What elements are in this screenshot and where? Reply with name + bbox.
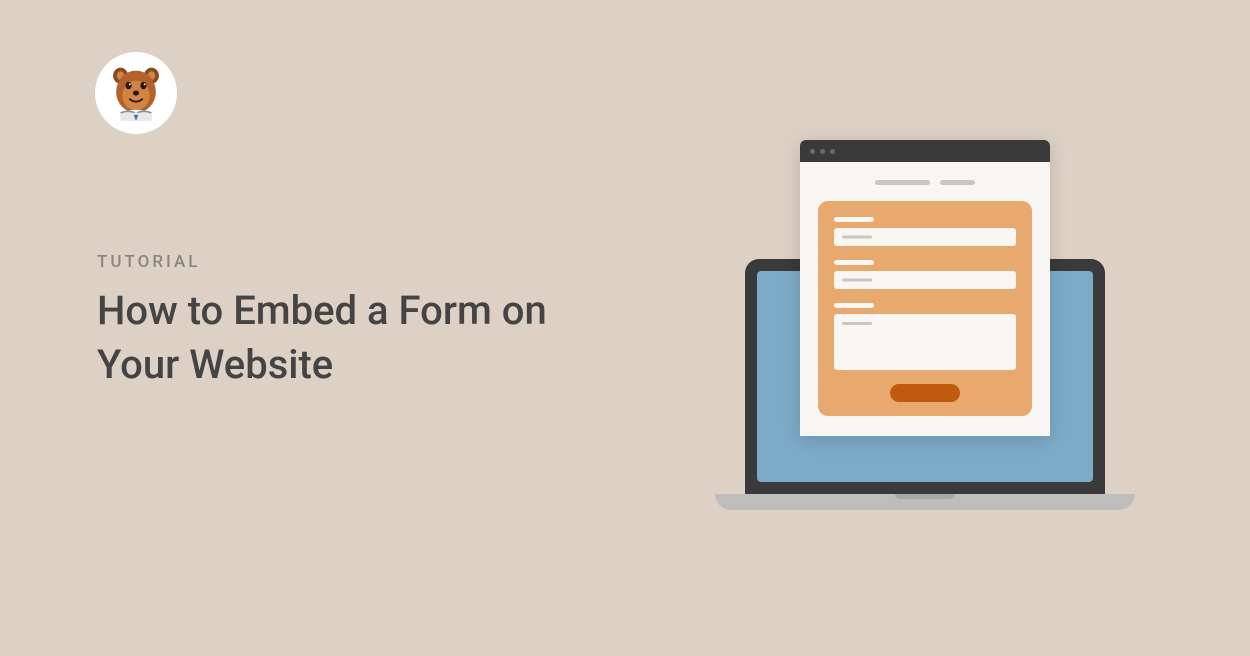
browser-content — [800, 162, 1050, 436]
field-input-placeholder — [834, 271, 1016, 289]
bear-mascot-icon — [105, 62, 167, 124]
category-label: TUTORIAL — [97, 252, 617, 272]
page-title: How to Embed a Form on Your Website — [97, 284, 617, 392]
field-textarea-placeholder — [834, 314, 1016, 370]
window-control-dot — [830, 149, 835, 154]
field-input-placeholder — [834, 228, 1016, 246]
text-placeholder — [875, 180, 930, 185]
hero-illustration — [700, 140, 1150, 510]
form-card-graphic — [818, 201, 1032, 416]
text-placeholder — [940, 180, 975, 185]
window-control-dot — [820, 149, 825, 154]
submit-button-placeholder — [890, 384, 960, 402]
brand-logo — [95, 52, 177, 134]
browser-titlebar — [800, 140, 1050, 162]
browser-window-graphic — [800, 140, 1050, 436]
laptop-base — [715, 494, 1135, 510]
field-label-placeholder — [834, 303, 874, 308]
field-label-placeholder — [834, 217, 874, 222]
hero-text: TUTORIAL How to Embed a Form on Your Web… — [97, 252, 617, 392]
window-control-dot — [810, 149, 815, 154]
field-label-placeholder — [834, 260, 874, 265]
page-heading-placeholder — [818, 180, 1032, 185]
